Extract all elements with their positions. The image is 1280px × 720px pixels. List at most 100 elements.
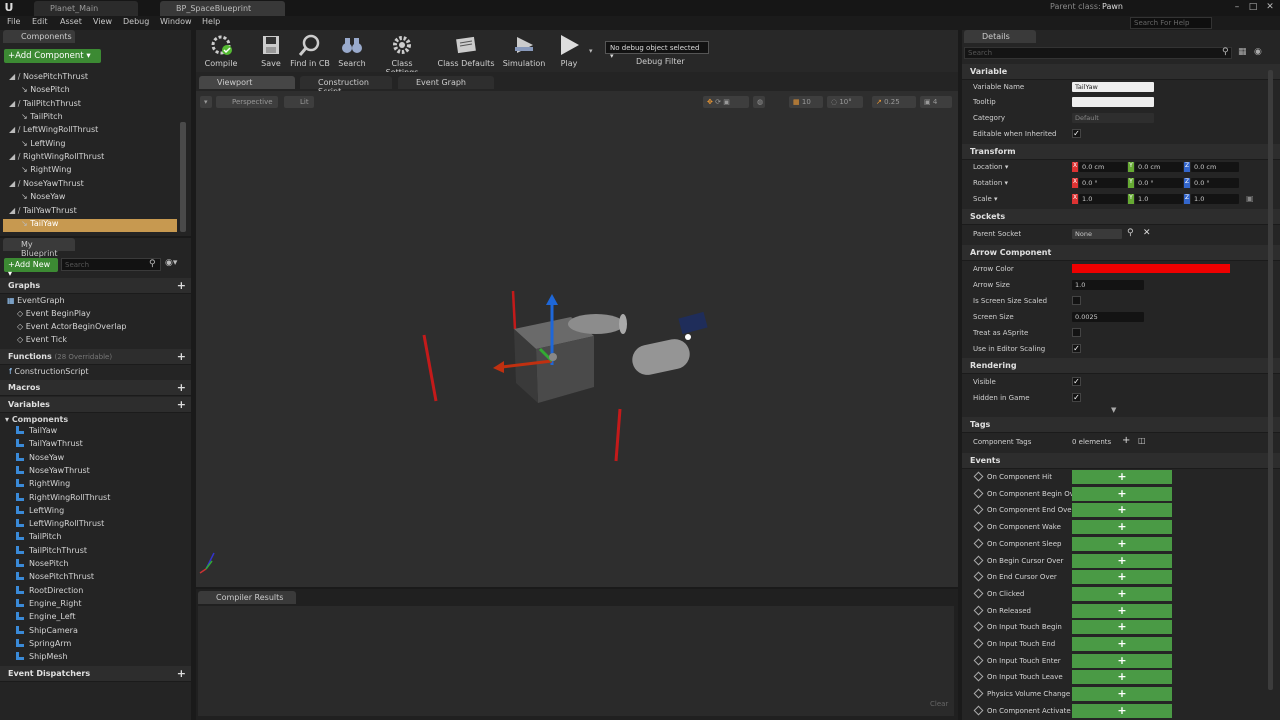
add-event-button[interactable]: + bbox=[1072, 553, 1172, 568]
component-tree-item[interactable]: ↘ NoseYaw bbox=[3, 192, 177, 205]
find-in-cb-button[interactable]: Find in CB bbox=[290, 33, 330, 71]
event-graph-item[interactable]: ▦ EventGraph bbox=[7, 296, 65, 309]
component-variable-item[interactable]: SpringArm bbox=[16, 638, 71, 652]
add-event-button[interactable]: + bbox=[1072, 703, 1172, 718]
add-dispatcher-icon[interactable]: + bbox=[177, 667, 186, 680]
tab-bp-spaceblueprint[interactable]: BP_SpaceBlueprint bbox=[160, 1, 285, 16]
component-tree-item[interactable]: ↘ NosePitch bbox=[3, 85, 177, 98]
add-event-button[interactable]: + bbox=[1072, 687, 1172, 702]
menu-asset[interactable]: Asset bbox=[60, 17, 82, 26]
add-event-button[interactable]: + bbox=[1072, 570, 1172, 585]
screen-size-scaled-checkbox[interactable] bbox=[1072, 296, 1081, 305]
parent-socket-field[interactable]: None bbox=[1072, 229, 1122, 239]
component-tree-item[interactable]: ◢ ∕ NosePitchThrust bbox=[3, 72, 177, 85]
advanced-expand-icon[interactable]: ▼ bbox=[1111, 406, 1116, 414]
component-variable-item[interactable]: Engine_Right bbox=[16, 598, 81, 612]
variable-section[interactable]: Variable bbox=[962, 64, 1280, 80]
location-z-field[interactable]: 0.0 cm bbox=[1191, 162, 1239, 172]
editable-inherited-checkbox[interactable]: ✓ bbox=[1072, 129, 1081, 138]
component-variable-item[interactable]: RightWing bbox=[16, 479, 70, 492]
functions-section[interactable]: Functions (28 Overridable) + bbox=[0, 349, 191, 365]
details-tab[interactable]: Details bbox=[964, 30, 1036, 43]
variable-name-field[interactable]: TailYaw bbox=[1072, 82, 1154, 92]
component-variable-item[interactable]: TailYawThrust bbox=[16, 439, 83, 452]
event-beginplay-item[interactable]: ◇ Event BeginPlay bbox=[17, 309, 91, 322]
component-variable-item[interactable]: TailYaw bbox=[16, 426, 57, 439]
component-variable-item[interactable]: TailPitch bbox=[16, 532, 61, 545]
arrow-size-field[interactable]: 1.0 bbox=[1072, 280, 1144, 290]
maximize-icon[interactable]: □ bbox=[1245, 0, 1261, 14]
scale-z-field[interactable]: 1.0 bbox=[1191, 194, 1239, 204]
component-variable-item[interactable]: TailPitchThrust bbox=[16, 545, 87, 559]
add-event-button[interactable]: + bbox=[1072, 503, 1172, 518]
add-new-button[interactable]: +Add New ▾ bbox=[4, 258, 58, 278]
add-component-button[interactable]: +Add Component ▾ bbox=[4, 49, 101, 63]
component-tree-item[interactable]: ↘ TailYaw bbox=[3, 218, 177, 233]
add-event-button[interactable]: + bbox=[1072, 586, 1172, 601]
blueprint-search-input[interactable]: Search bbox=[61, 258, 161, 271]
component-tree-item[interactable]: ↘ TailPitch bbox=[3, 112, 177, 125]
search-button[interactable]: Search bbox=[336, 33, 368, 71]
add-event-button[interactable]: + bbox=[1072, 603, 1172, 618]
add-event-button[interactable]: + bbox=[1072, 653, 1172, 668]
add-event-button[interactable]: + bbox=[1072, 670, 1172, 685]
component-tree-item[interactable]: ◢ ∕ TailYawThrust bbox=[3, 206, 177, 219]
class-defaults-button[interactable]: Class Defaults bbox=[436, 33, 496, 71]
tab-planet-main[interactable]: Planet_Main bbox=[34, 1, 138, 16]
save-button[interactable]: Save bbox=[256, 33, 286, 71]
add-event-button[interactable]: + bbox=[1072, 486, 1172, 501]
event-actorbeginoverlap-item[interactable]: ◇ Event ActorBeginOverlap bbox=[17, 322, 126, 335]
scrollbar[interactable] bbox=[180, 122, 186, 232]
details-scrollbar[interactable] bbox=[1268, 70, 1273, 690]
my-blueprint-tab[interactable]: My Blueprint bbox=[3, 238, 75, 258]
scale-x-field[interactable]: 1.0 bbox=[1079, 194, 1127, 204]
play-button[interactable]: Play bbox=[552, 33, 586, 71]
add-variable-icon[interactable]: + bbox=[177, 398, 186, 411]
add-event-button[interactable]: + bbox=[1072, 637, 1172, 651]
category-select[interactable]: Default bbox=[1072, 113, 1154, 123]
component-variable-item[interactable]: ShipCamera bbox=[16, 625, 78, 639]
component-tree-item[interactable]: ◢ ∕ NoseYawThrust bbox=[3, 179, 177, 192]
class-settings-button[interactable]: Class Settings bbox=[374, 33, 430, 77]
add-macro-icon[interactable]: + bbox=[177, 381, 186, 394]
editor-scaling-checkbox[interactable]: ✓ bbox=[1072, 344, 1081, 353]
menu-file[interactable]: File bbox=[7, 17, 20, 26]
rotation-z-field[interactable]: 0.0 ° bbox=[1191, 178, 1239, 188]
component-tree-item[interactable]: ↘ RightWing bbox=[3, 165, 177, 178]
component-tree-item[interactable]: ↘ LeftWing bbox=[3, 139, 177, 152]
play-options-chevron-icon[interactable]: ▾ bbox=[589, 47, 593, 55]
tab-construction-script[interactable]: Construction Script bbox=[300, 76, 392, 96]
lock-icon[interactable]: ▣ bbox=[1246, 194, 1254, 203]
clear-button[interactable]: Clear bbox=[930, 700, 948, 708]
event-dispatchers-section[interactable]: Event Dispatchers + bbox=[0, 666, 191, 682]
arrow-color-swatch[interactable] bbox=[1072, 264, 1230, 273]
debug-object-select[interactable]: No debug object selected ▾ bbox=[605, 41, 709, 60]
transform-section[interactable]: Transform bbox=[962, 144, 1280, 160]
variables-section[interactable]: Variables + bbox=[0, 397, 191, 413]
add-event-button[interactable]: + bbox=[1072, 620, 1172, 635]
eye-icon[interactable]: ◉▾ bbox=[165, 258, 177, 268]
component-variable-item[interactable]: RightWingRollThrust bbox=[16, 492, 110, 506]
compile-button[interactable]: Compile bbox=[198, 33, 244, 71]
menu-window[interactable]: Window bbox=[160, 17, 192, 26]
viewport[interactable]: ▾ Perspective Lit ✥ ⟳ ▣ ◍ ▦ 10 ◌ 10° ↗ 0… bbox=[196, 91, 958, 587]
component-variable-item[interactable]: LeftWingRollThrust bbox=[16, 519, 104, 532]
menu-edit[interactable]: Edit bbox=[32, 17, 48, 26]
tab-viewport[interactable]: Viewport bbox=[199, 76, 295, 89]
rotation-y-field[interactable]: 0.0 ° bbox=[1135, 178, 1183, 188]
macros-section[interactable]: Macros + bbox=[0, 380, 191, 396]
component-tree-item[interactable]: ◢ ∕ LeftWingRollThrust bbox=[3, 125, 177, 138]
menu-view[interactable]: View bbox=[93, 17, 112, 26]
tooltip-field[interactable] bbox=[1072, 97, 1154, 107]
property-matrix-icon[interactable]: ▦ bbox=[1238, 47, 1247, 57]
events-section[interactable]: Events bbox=[962, 453, 1280, 469]
compiler-results-tab[interactable]: Compiler Results bbox=[198, 591, 296, 604]
component-variable-item[interactable]: LeftWing bbox=[16, 505, 64, 519]
trash-icon[interactable]: ◫ bbox=[1138, 436, 1146, 445]
help-search-input[interactable]: Search For Help bbox=[1130, 17, 1212, 29]
graphs-section[interactable]: Graphs + bbox=[0, 278, 191, 294]
component-variable-item[interactable]: NosePitch bbox=[16, 559, 68, 572]
close-icon[interactable]: ✕ bbox=[1262, 0, 1278, 14]
tags-section[interactable]: Tags bbox=[962, 417, 1280, 433]
component-variable-item[interactable]: NosePitchThrust bbox=[16, 572, 94, 585]
